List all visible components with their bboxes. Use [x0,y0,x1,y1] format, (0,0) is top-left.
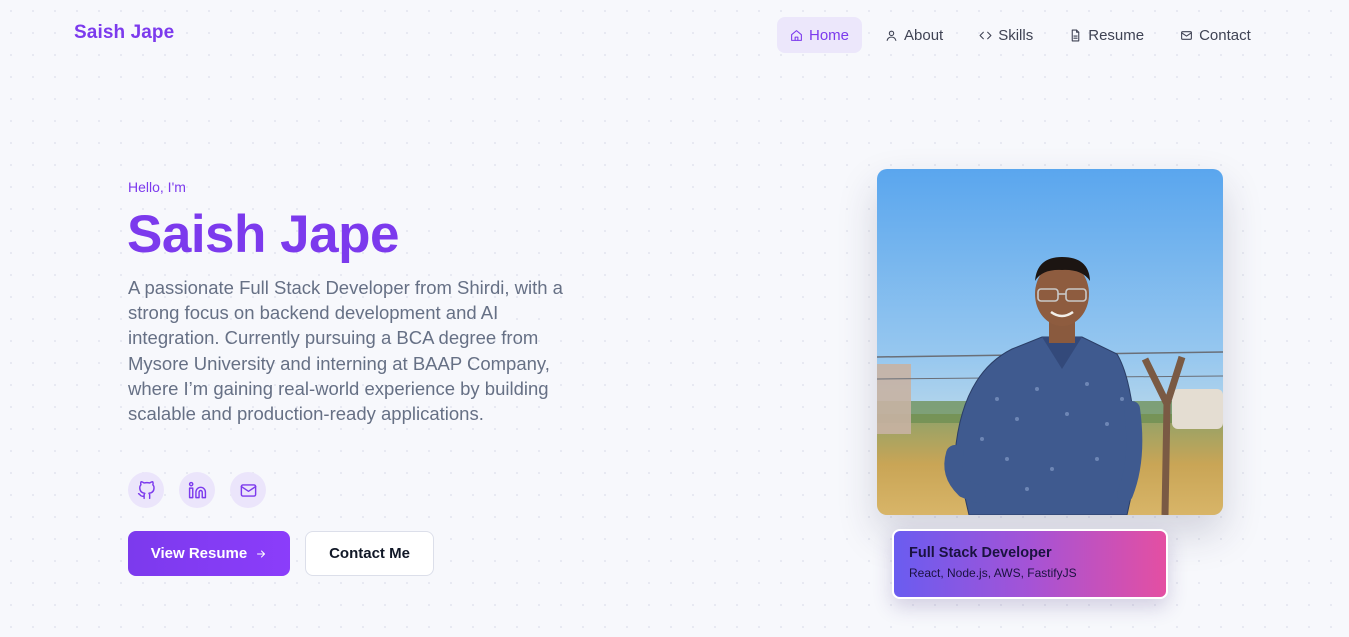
home-icon [791,29,802,41]
file-icon [1071,29,1080,41]
nav-item-label: Skills [998,26,1034,44]
profile-photo-illustration [877,169,1223,515]
hero-bio: A passionate Full Stack Developer from S… [128,277,563,425]
contact-me-button[interactable]: Contact Me [305,531,434,576]
hero-name: Saish Jape [127,205,399,264]
linkedin-icon [188,481,206,498]
linkedin-link[interactable] [179,472,215,508]
role-card: Full Stack Developer React, Node.js, AWS… [892,529,1168,599]
role-stack: React, Node.js, AWS, FastifyJS [909,566,1077,580]
nav-item-skills[interactable]: Skills [966,17,1046,53]
view-resume-button[interactable]: View Resume [128,531,290,576]
role-title: Full Stack Developer [909,545,1052,561]
nav-item-label: Home [809,26,850,44]
mail-icon [240,483,256,497]
nav-item-label: About [904,26,944,44]
nav-item-resume[interactable]: Resume [1056,17,1157,53]
profile-photo [877,169,1223,515]
mail-icon [1181,30,1193,40]
nav-item-contact[interactable]: Contact [1167,17,1264,53]
arrow-right-icon [257,550,266,557]
hero-greeting: Hello, I'm [128,179,186,195]
nav-item-label: Contact [1199,26,1251,44]
github-icon [137,480,155,499]
nav-item-label: Resume [1088,26,1145,44]
social-links [128,472,266,508]
main-nav: Home About Skills Resume Contact [777,17,1274,53]
nav-item-about[interactable]: About [872,17,956,53]
email-link[interactable] [230,472,266,508]
nav-item-home[interactable]: Home [777,17,863,53]
code-icon [979,31,992,39]
brand-logo[interactable]: Saish Jape [74,22,174,44]
view-resume-label: View Resume [150,545,248,562]
github-link[interactable] [128,472,164,508]
user-icon [886,30,897,41]
